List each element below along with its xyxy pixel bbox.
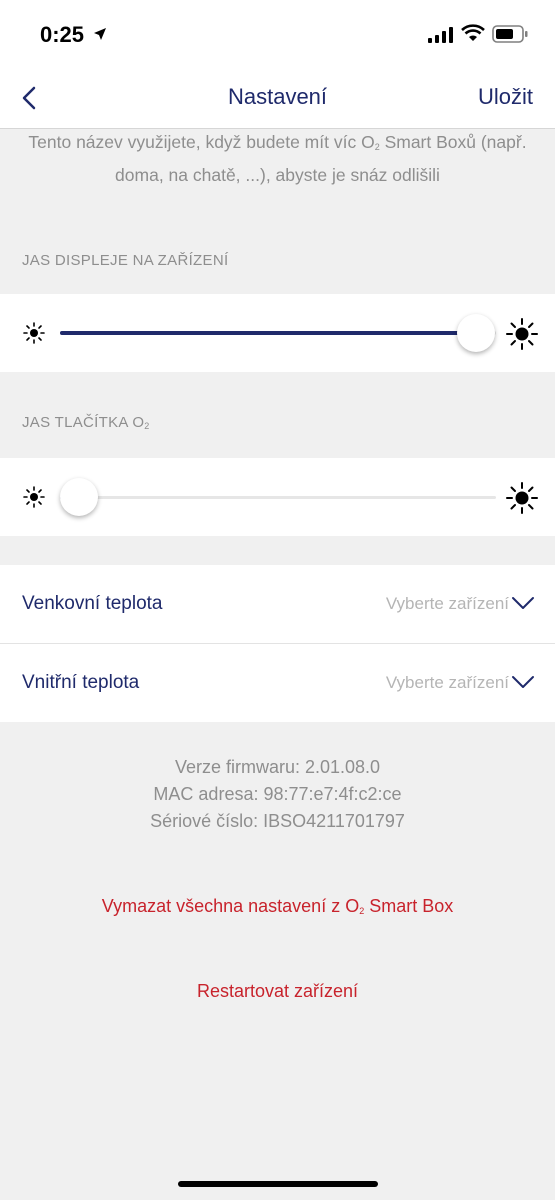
serial-number: Sériové číslo: IBSO4211701797 — [150, 811, 405, 831]
wifi-icon — [461, 24, 485, 41]
location-arrow-icon — [94, 28, 106, 40]
outdoor-temperature-select[interactable]: Venkovní teplota Vyberte zařízení — [0, 565, 555, 643]
outdoor-temperature-label: Venkovní teplota — [22, 593, 163, 614]
sun-small-icon — [23, 322, 45, 344]
home-indicator — [178, 1181, 378, 1187]
save-button[interactable]: Uložit — [478, 84, 533, 110]
button-brightness-label: JAS TLAČÍTKA O2 — [22, 414, 150, 431]
status-time: 0:25 — [40, 22, 85, 47]
display-brightness-label: JAS DISPLEJE NA ZAŘÍZENÍ — [22, 252, 229, 269]
display-brightness-thumb[interactable] — [457, 314, 495, 352]
button-brightness-slider-row — [0, 458, 555, 536]
display-brightness-track-fill — [60, 331, 476, 335]
restart-device-link[interactable]: Restartovat zařízení — [0, 981, 555, 1002]
chevron-down-icon — [512, 676, 534, 688]
navigation-bar: Nastavení Uložit — [0, 70, 555, 129]
mac-address: MAC adresa: 98:77:e7:4f:c2:ce — [153, 784, 402, 804]
indoor-temperature-select[interactable]: Vnitřní teplota Vyberte zařízení — [0, 644, 555, 722]
sun-large-icon — [506, 482, 538, 514]
display-brightness-slider-row — [0, 294, 555, 372]
outdoor-temperature-value: Vyberte zařízení — [385, 594, 509, 613]
cellular-signal-icon — [428, 27, 453, 43]
button-brightness-thumb[interactable] — [60, 478, 98, 516]
indoor-temperature-value: Vyberte zařízení — [385, 673, 509, 692]
sun-large-icon — [506, 318, 538, 350]
display-brightness-track[interactable] — [60, 331, 496, 335]
device-name-hint: Tento název využijete, když budete mít v… — [28, 132, 527, 185]
button-brightness-track[interactable] — [60, 496, 496, 499]
status-bar: 0:25 — [0, 0, 555, 70]
indoor-temperature-label: Vnitřní teplota — [22, 672, 140, 693]
sun-small-icon — [23, 486, 45, 508]
firmware-version: Verze firmwaru: 2.01.08.0 — [174, 757, 381, 777]
battery-icon — [492, 25, 528, 43]
chevron-down-icon — [512, 597, 534, 609]
reset-settings-link[interactable]: Vymazat všechna nastavení z O2 Smart Box — [0, 896, 555, 917]
page-title: Nastavení — [227, 84, 328, 109]
